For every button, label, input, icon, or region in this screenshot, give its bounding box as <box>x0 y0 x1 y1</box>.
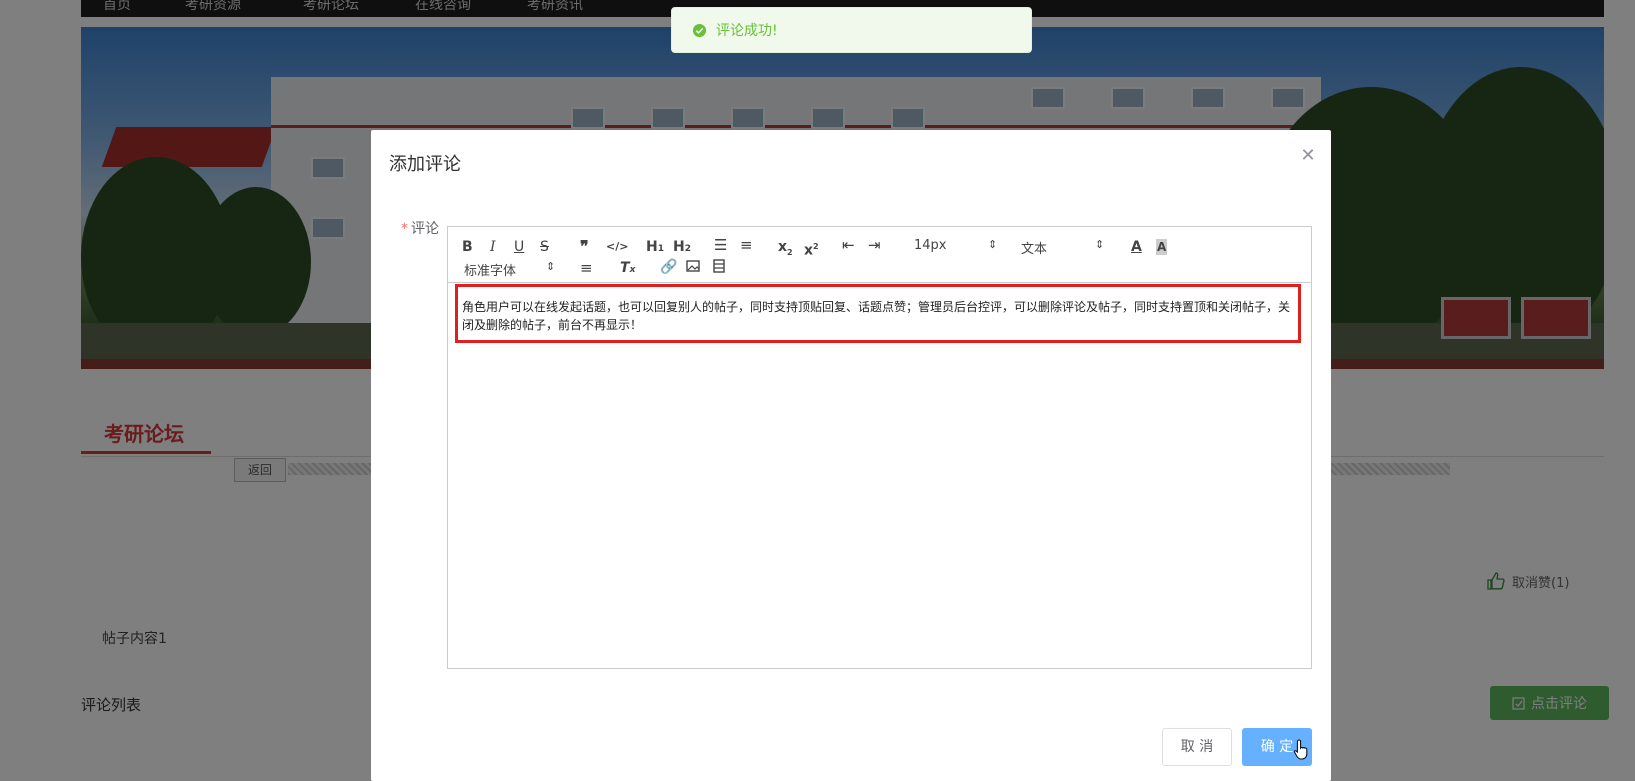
chevron-updown-icon: ⇕ <box>1095 238 1105 251</box>
hand-cursor-icon <box>1293 739 1308 760</box>
chevron-updown-icon: ⇕ <box>546 260 556 273</box>
indent-icon[interactable]: ⇥ <box>868 237 881 253</box>
heading-picker[interactable]: 文本 ⇕ <box>1021 238 1105 257</box>
image-icon[interactable] <box>686 259 700 277</box>
required-mark: * <box>401 221 408 237</box>
font-family-value: 标准字体 <box>464 264 517 279</box>
editor-toolbar: B I U S ❞ </> H1 H2 ☰ ≡ x2 x2 ⇤ ⇥ 14px ⇕… <box>448 227 1311 283</box>
blockquote-icon[interactable]: ❞ <box>580 239 589 255</box>
toast-message: 评论成功! <box>716 23 778 39</box>
clear-format-icon[interactable]: Tx <box>620 260 635 278</box>
font-size-picker[interactable]: 14px ⇕ <box>914 238 998 253</box>
italic-icon[interactable]: I <box>490 239 496 255</box>
code-block-icon[interactable]: </> <box>606 239 628 255</box>
font-family-picker[interactable]: 标准字体 ⇕ <box>464 260 556 279</box>
comment-field-label: * 评论 <box>401 218 439 238</box>
ordered-list-icon[interactable]: ☰ <box>714 237 727 253</box>
background-color-icon[interactable]: A <box>1156 239 1168 255</box>
superscript-icon[interactable]: x2 <box>804 239 819 259</box>
cancel-button[interactable]: 取 消 <box>1162 728 1232 766</box>
bold-icon[interactable]: B <box>462 239 473 255</box>
heading1-icon[interactable]: H1 <box>646 239 664 257</box>
subscript-icon[interactable]: x2 <box>778 239 793 261</box>
strikethrough-icon[interactable]: S <box>540 239 549 255</box>
font-color-icon[interactable]: A <box>1131 239 1142 255</box>
add-comment-dialog: 添加评论 ✕ * 评论 B I U S ❞ </> H1 H2 ☰ ≡ x2 x2… <box>371 130 1331 781</box>
dialog-title: 添加评论 <box>389 154 461 175</box>
heading-value: 文本 <box>1021 242 1048 257</box>
font-size-value: 14px <box>914 238 947 253</box>
close-icon[interactable]: ✕ <box>1298 146 1318 166</box>
success-toast: 评论成功! <box>671 7 1032 53</box>
highlight-annotation <box>455 284 1301 343</box>
heading2-icon[interactable]: H2 <box>673 239 691 257</box>
chevron-updown-icon: ⇕ <box>988 238 998 251</box>
underline-icon[interactable]: U <box>514 239 524 255</box>
bullet-list-icon[interactable]: ≡ <box>740 237 753 253</box>
comment-label-text: 评论 <box>411 221 439 237</box>
link-icon[interactable]: 🔗 <box>660 259 677 275</box>
video-icon[interactable] <box>712 259 726 277</box>
outdent-icon[interactable]: ⇤ <box>842 237 855 253</box>
align-left-icon[interactable]: ≡ <box>580 260 593 276</box>
check-circle-icon <box>692 23 707 37</box>
